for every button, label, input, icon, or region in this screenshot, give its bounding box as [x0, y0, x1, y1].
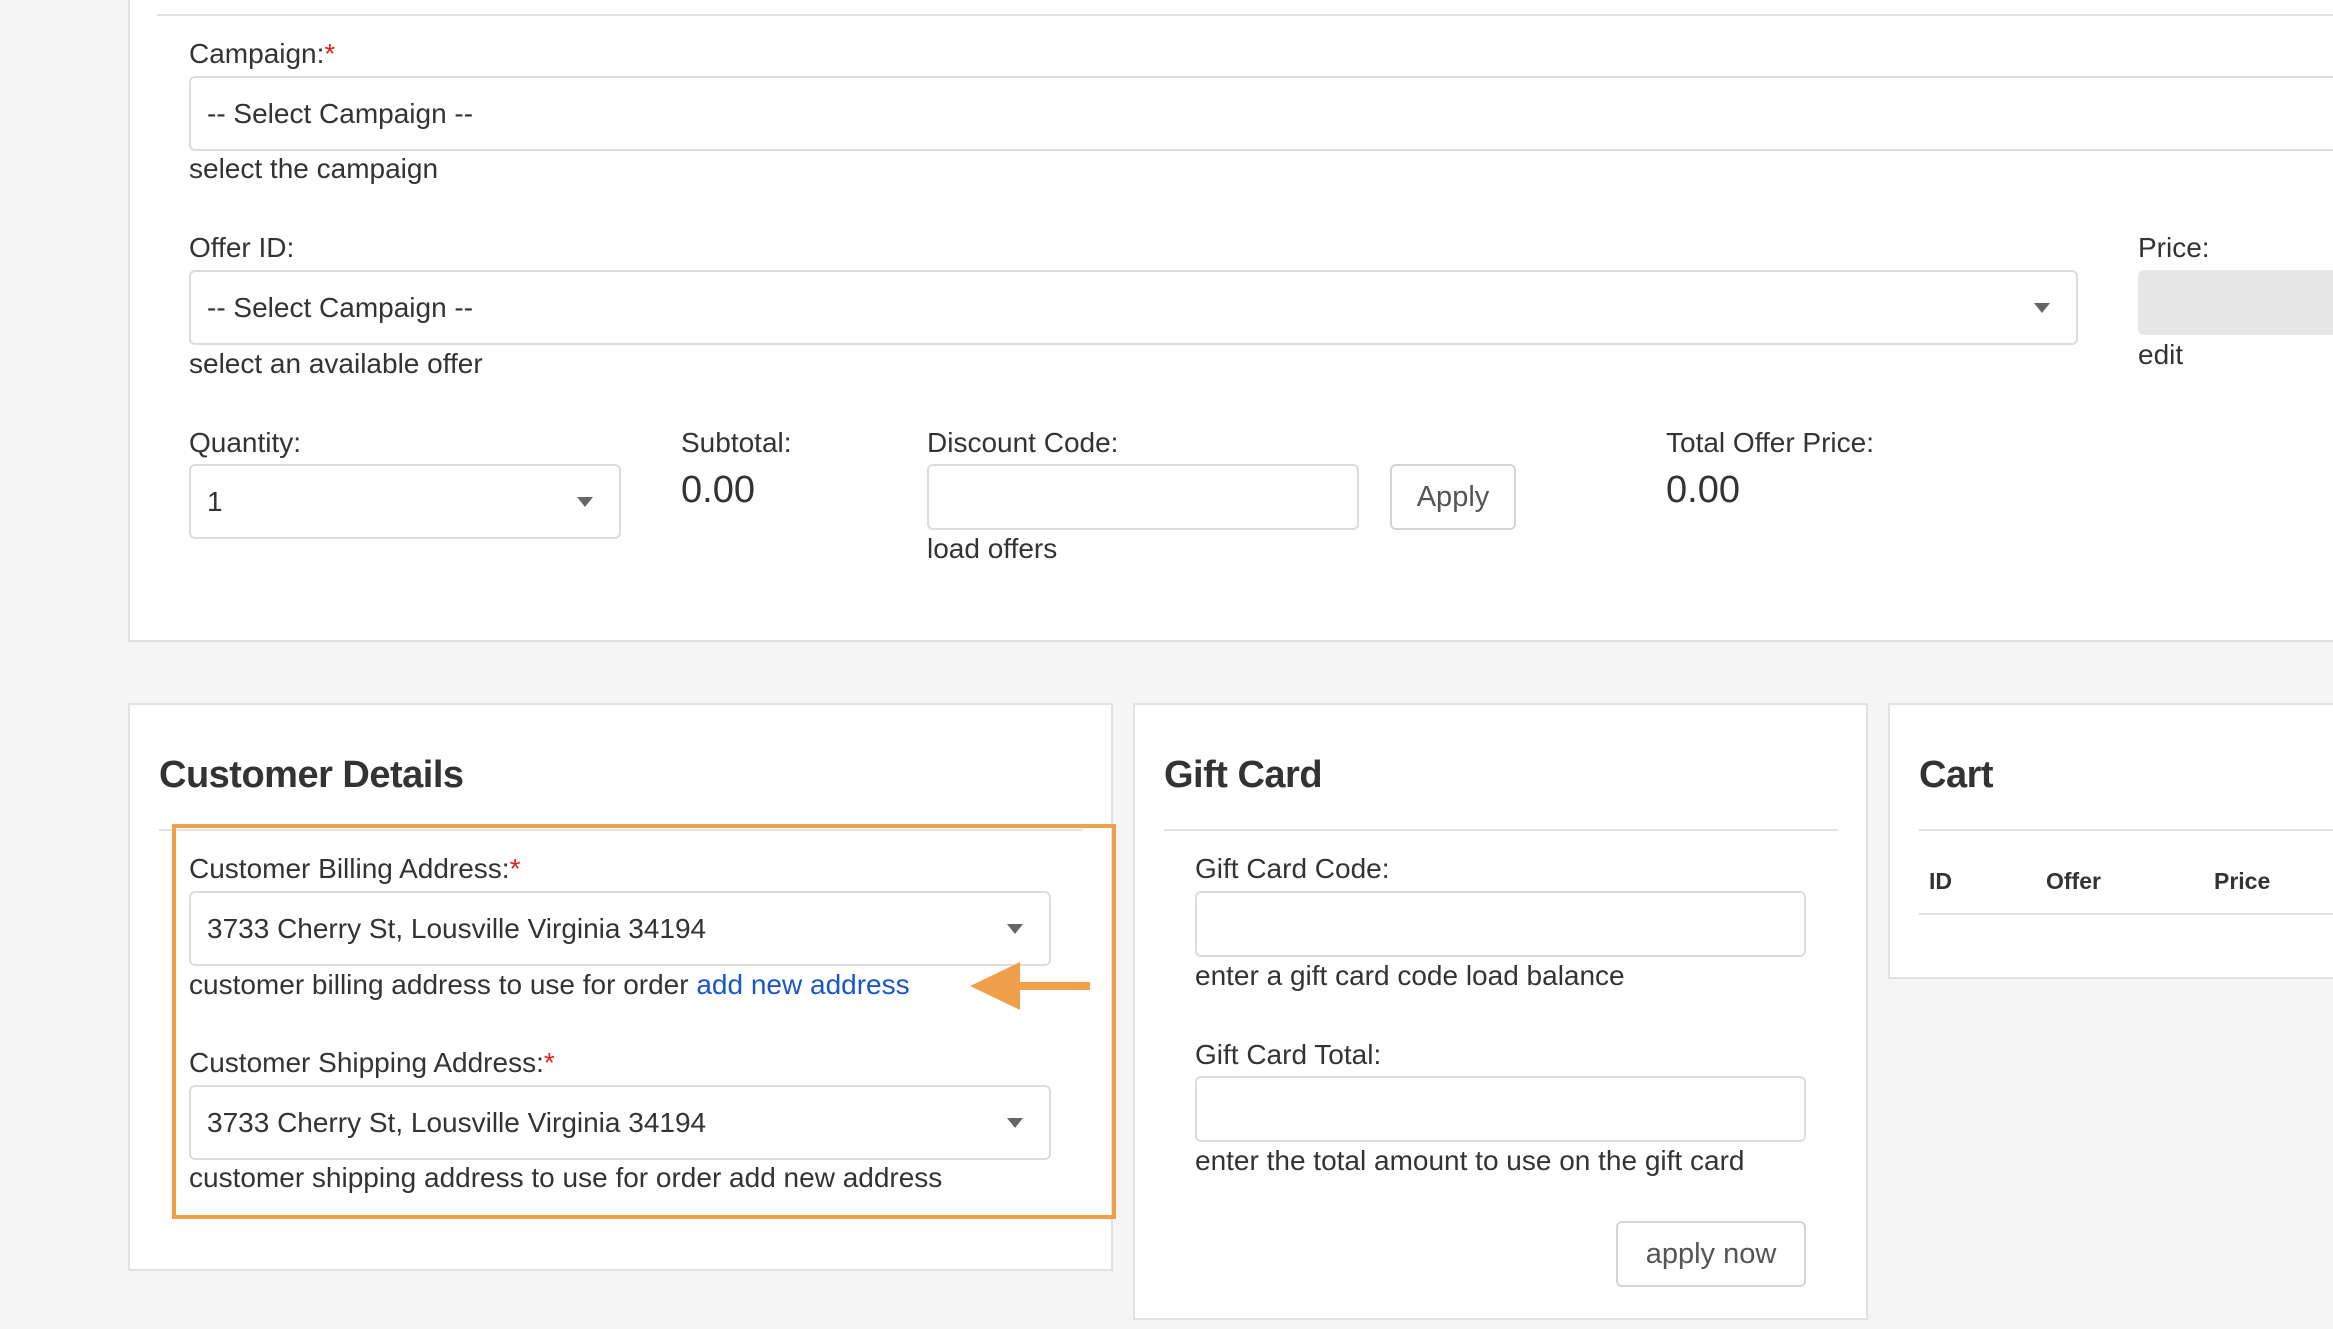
offer-select[interactable]: -- Select Campaign -- — [189, 270, 2078, 345]
subtotal-value: 0.00 — [681, 469, 755, 511]
campaign-label: Campaign:* — [189, 38, 336, 69]
shipping-address-help: customer shipping address to use for ord… — [189, 1162, 943, 1193]
quantity-label: Quantity: — [189, 427, 302, 458]
gift-card-title: Gift Card — [1164, 754, 1323, 796]
billing-address-label: Customer Billing Address:* — [189, 853, 521, 884]
quantity-select-value: 1 — [207, 485, 223, 517]
billing-address-value: 3733 Cherry St, Lousville Virginia 34194 — [207, 912, 707, 944]
cart-header-divider — [1919, 913, 2333, 915]
offer-select-value: -- Select Campaign -- — [207, 291, 474, 323]
offer-label: Offer ID: — [189, 232, 295, 263]
gift-card-code-label: Gift Card Code: — [1195, 853, 1390, 884]
price-label: Price: — [2138, 232, 2210, 263]
cart-panel — [1888, 703, 2333, 979]
shipping-address-value: 3733 Cherry St, Lousville Virginia 34194 — [207, 1106, 707, 1138]
campaign-help: select the campaign — [189, 153, 439, 184]
cart-title: Cart — [1919, 754, 1994, 796]
gift-card-divider — [1164, 829, 1838, 831]
cart-column-id: ID — [1929, 868, 1952, 894]
arrow-left-icon — [970, 962, 1090, 1010]
total-offer-price-label: Total Offer Price: — [1666, 427, 1875, 458]
shipping-address-label: Customer Shipping Address:* — [189, 1047, 555, 1078]
offer-help: select an available offer — [189, 348, 483, 379]
caret-down-icon — [2034, 302, 2050, 313]
customer-details-title: Customer Details — [159, 754, 464, 796]
campaign-select-value: -- Select Campaign -- — [207, 97, 474, 129]
caret-down-icon — [577, 496, 593, 507]
cart-divider — [1919, 829, 2333, 831]
shipping-address-select[interactable]: 3733 Cherry St, Lousville Virginia 34194 — [189, 1085, 1051, 1160]
gift-card-code-input[interactable] — [1195, 891, 1806, 957]
gift-card-code-help: enter a gift card code load balance — [1195, 960, 1625, 991]
cart-column-price: Price — [2214, 868, 2271, 894]
price-input — [2138, 270, 2333, 335]
billing-address-help: customer billing address to use for orde… — [189, 969, 910, 1000]
discount-apply-button[interactable]: Apply — [1390, 464, 1516, 530]
billing-address-select[interactable]: 3733 Cherry St, Lousville Virginia 34194 — [189, 891, 1051, 966]
add-new-billing-address-link[interactable]: add new address — [696, 969, 909, 1000]
cart-column-offer: Offer — [2046, 868, 2101, 894]
gift-card-total-help: enter the total amount to use on the gif… — [1195, 1145, 1745, 1176]
top-divider — [157, 14, 2333, 16]
subtotal-label: Subtotal: — [681, 427, 792, 458]
total-offer-price-value: 0.00 — [1666, 469, 1740, 511]
discount-code-input[interactable] — [927, 464, 1359, 530]
caret-down-icon — [1007, 1117, 1023, 1128]
campaign-select[interactable]: -- Select Campaign -- — [189, 76, 2333, 151]
caret-down-icon — [1007, 923, 1023, 934]
discount-help: load offers — [927, 533, 1058, 564]
gift-card-total-label: Gift Card Total: — [1195, 1039, 1382, 1070]
gift-card-apply-now-button[interactable]: apply now — [1616, 1221, 1806, 1287]
price-edit-link[interactable]: edit — [2138, 339, 2183, 371]
gift-card-total-input[interactable] — [1195, 1076, 1806, 1142]
discount-label: Discount Code: — [927, 427, 1119, 458]
quantity-select[interactable]: 1 — [189, 464, 621, 539]
